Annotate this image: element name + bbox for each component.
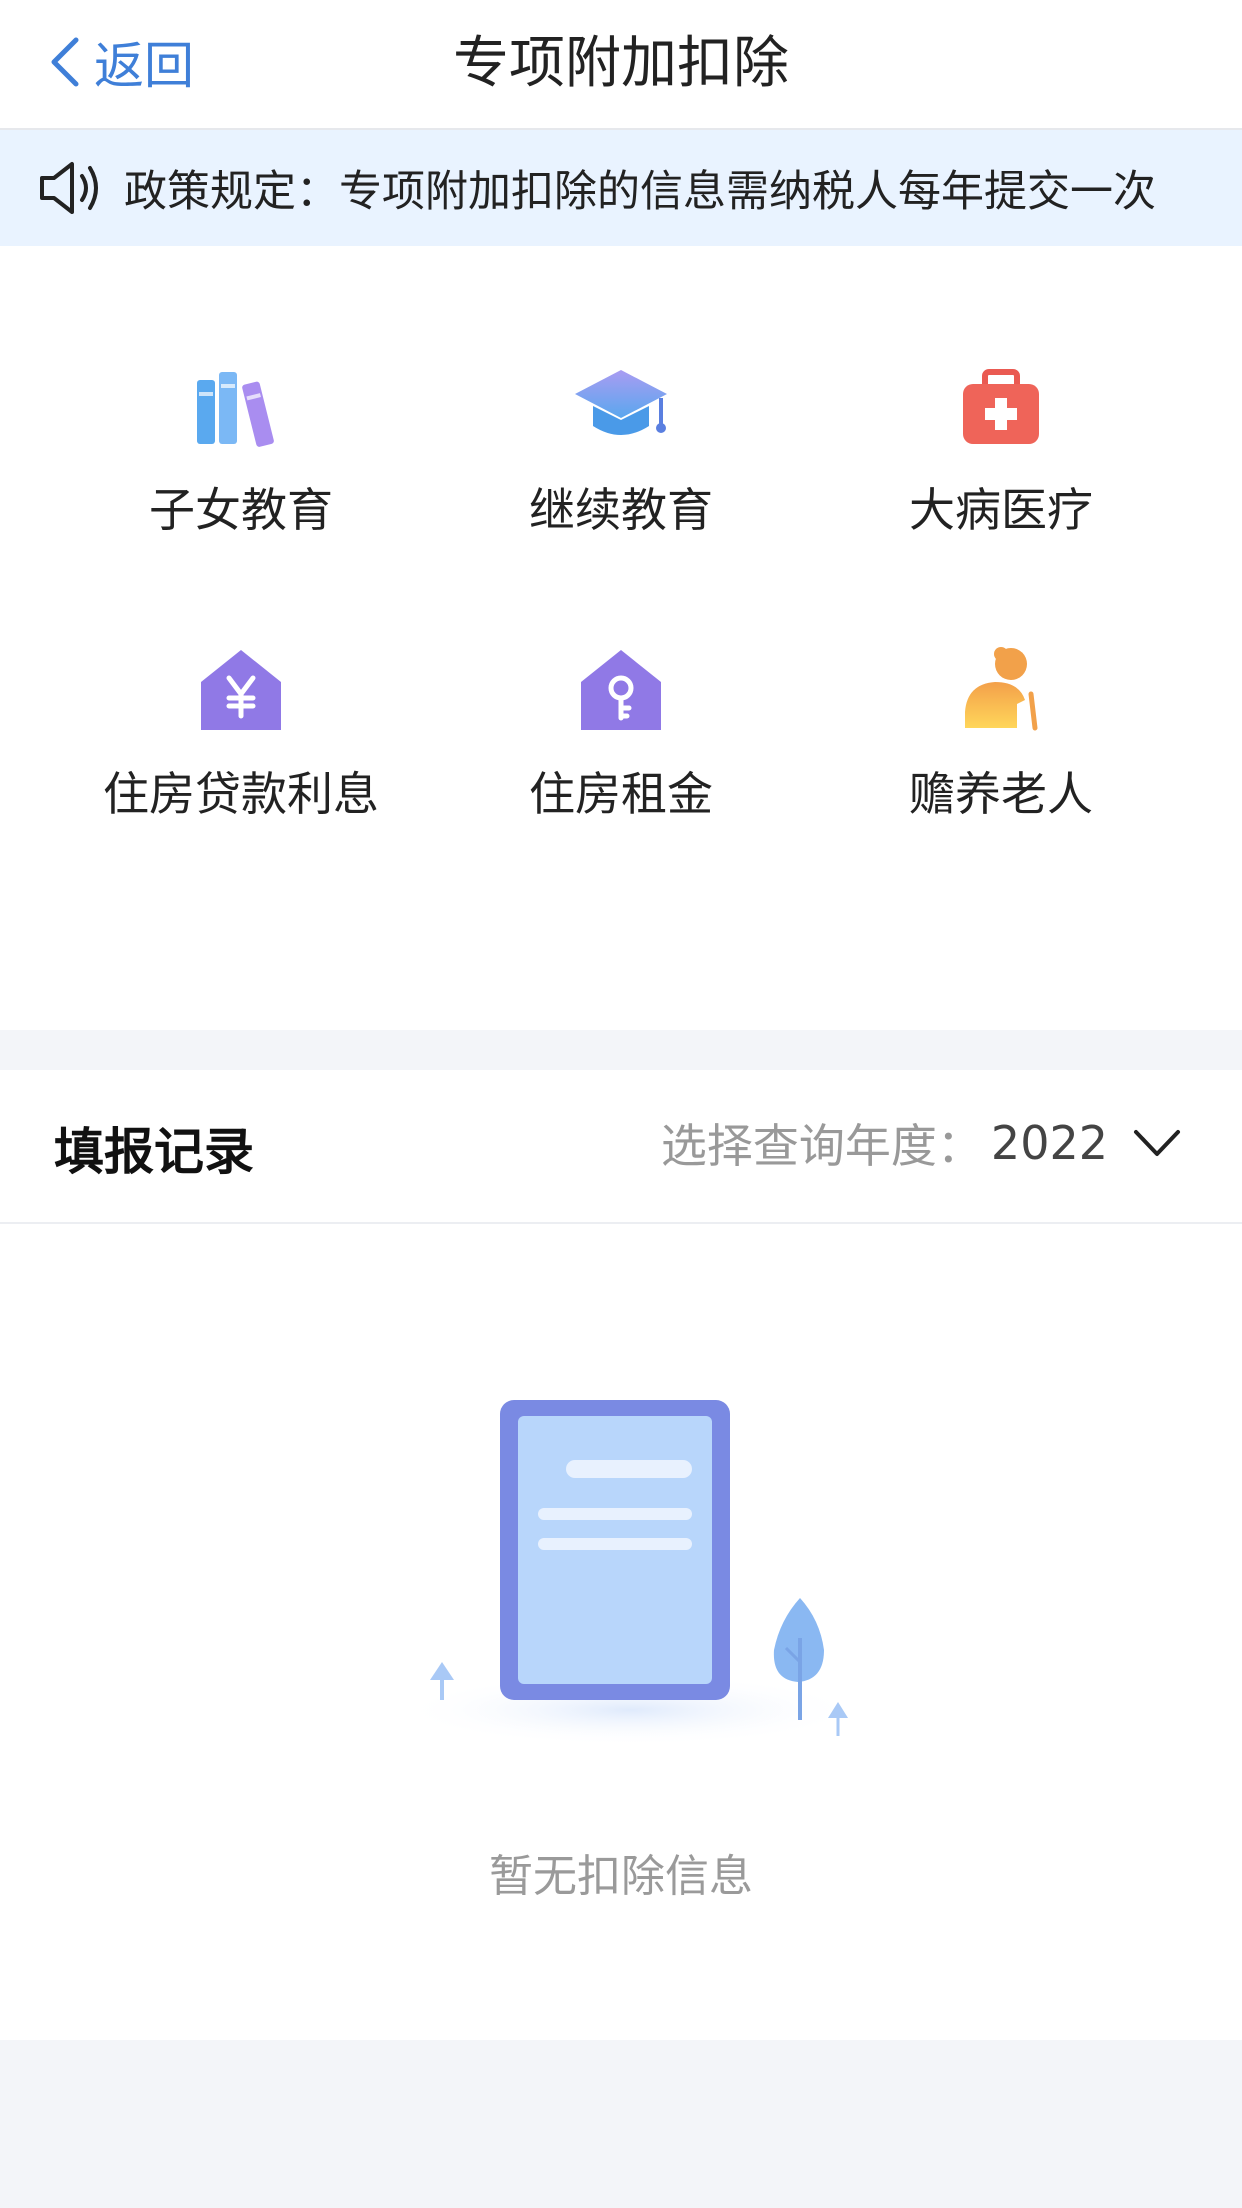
graduation-cap-icon xyxy=(575,370,667,435)
category-serious-illness[interactable]: 大病医疗 xyxy=(811,358,1191,578)
category-label: 赡养老人 xyxy=(909,767,1093,821)
medical-kit-icon xyxy=(963,369,1039,444)
category-children-education[interactable]: 子女教育 xyxy=(51,358,431,578)
records-header: 填报记录 选择查询年度： 2022 xyxy=(0,1070,1242,1224)
house-yuan-icon xyxy=(201,650,281,730)
books-icon xyxy=(197,372,274,447)
elderly-person-icon xyxy=(965,647,1038,731)
page-title: 专项附加扣除 xyxy=(453,31,789,96)
category-label: 住房贷款利息 xyxy=(103,767,379,821)
house-key-icon xyxy=(581,650,661,730)
category-grid: 子女教育 继续教育 大病医疗 住房贷款利息 住房租金 赡养老人 xyxy=(0,246,1242,1030)
policy-notice: 政策规定：专项附加扣除的信息需纳税人每年提交一次 xyxy=(0,130,1242,246)
speaker-icon xyxy=(40,162,98,214)
empty-document-illustration xyxy=(400,1400,860,1746)
category-label: 子女教育 xyxy=(149,483,333,537)
category-housing-rent[interactable]: 住房租金 xyxy=(431,642,811,862)
notice-text: 政策规定：专项附加扣除的信息需纳税人每年提交一次 xyxy=(124,167,1156,217)
category-label: 继续教育 xyxy=(529,483,713,537)
category-elderly-support[interactable]: 赡养老人 xyxy=(811,642,1191,862)
records-section: 填报记录 选择查询年度： 2022 暂无扣除信息 xyxy=(0,1070,1242,2040)
category-housing-loan-interest[interactable]: 住房贷款利息 xyxy=(51,642,431,862)
chevron-down-icon xyxy=(1134,1130,1180,1156)
category-label: 住房租金 xyxy=(529,767,713,821)
year-selector-label: 选择查询年度： xyxy=(660,1119,983,1173)
category-continuing-education[interactable]: 继续教育 xyxy=(431,358,811,578)
year-selector-value: 2022 xyxy=(990,1116,1108,1170)
records-title: 填报记录 xyxy=(54,1123,254,1181)
category-label: 大病医疗 xyxy=(909,483,1093,537)
nav-bar: 返回 专项附加扣除 xyxy=(0,0,1242,130)
year-selector[interactable]: 选择查询年度： 2022 xyxy=(661,1110,1182,1176)
empty-state-text: 暂无扣除信息 xyxy=(489,1851,753,1902)
